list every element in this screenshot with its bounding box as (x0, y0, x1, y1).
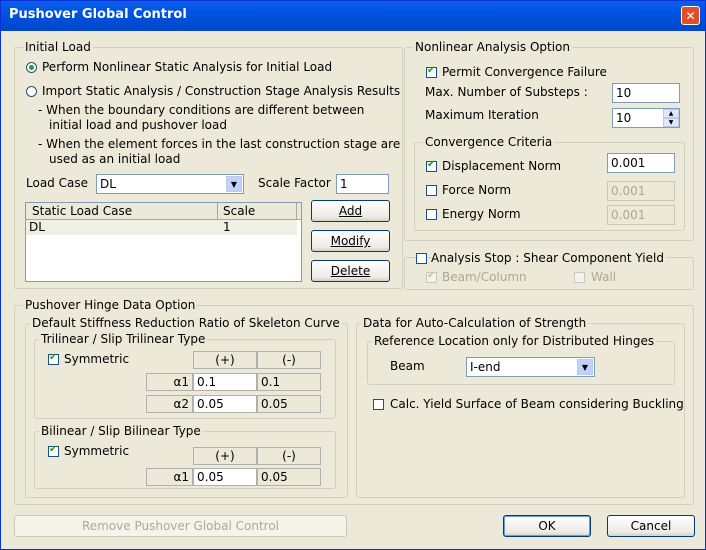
title-bar[interactable]: Pushover Global Control ✕ (1, 1, 705, 31)
scale-factor-input[interactable]: 1 (336, 174, 389, 194)
permit-convergence-label[interactable]: Permit Convergence Failure (442, 65, 607, 79)
tri-alpha1-minus-input[interactable]: 0.1 (257, 373, 321, 391)
force-norm-label[interactable]: Force Norm (442, 183, 511, 197)
bi-alpha1-minus-input[interactable]: 0.05 (257, 468, 321, 486)
remove-pushover-button: Remove Pushover Global Control (14, 515, 347, 537)
scale-factor-label: Scale Factor (258, 176, 331, 190)
tri-minus-header: (-) (257, 351, 321, 369)
displacement-norm-label[interactable]: Displacement Norm (442, 159, 561, 173)
cancel-button[interactable]: Cancel (607, 515, 695, 537)
beam-label: Beam (390, 359, 425, 373)
import-static-radio[interactable] (26, 86, 37, 97)
header-divider (217, 203, 218, 219)
force-norm-checkbox[interactable] (426, 185, 437, 196)
trilinear-legend: Trilinear / Slip Trilinear Type (39, 332, 208, 346)
convergence-legend: Convergence Criteria (423, 135, 555, 149)
note-forces-line1: - When the element forces in the last co… (38, 137, 401, 151)
static-load-case-table[interactable]: Static Load Case Scale DL 1 (25, 202, 302, 282)
delete-button[interactable]: Delete (311, 260, 390, 282)
header-static-load-case[interactable]: Static Load Case (32, 204, 132, 218)
chevron-down-icon[interactable]: ▼ (226, 176, 242, 192)
table-row[interactable] (26, 220, 297, 235)
force-norm-input: 0.001 (607, 181, 675, 201)
beam-column-checkbox (426, 270, 437, 283)
displacement-norm-input[interactable]: 0.001 (607, 153, 675, 173)
analysis-stop-label[interactable]: Analysis Stop : Shear Component Yield (431, 251, 666, 265)
wall-checkbox (574, 272, 585, 283)
initial-load-legend: Initial Load (23, 40, 93, 54)
bi-plus-header: (+) (193, 447, 257, 465)
energy-norm-checkbox[interactable] (426, 209, 437, 220)
wall-label: Wall (591, 270, 617, 284)
trilinear-symmetric-label[interactable]: Symmetric (64, 352, 129, 366)
max-iteration-label: Maximum Iteration (425, 108, 539, 122)
header-scale[interactable]: Scale (223, 204, 255, 218)
analysis-stop-checkbox[interactable] (416, 253, 427, 264)
load-case-select[interactable]: DL ▼ (96, 174, 244, 194)
tri-plus-header: (+) (193, 351, 257, 369)
note-boundary-line2: initial load and pushover load (49, 118, 227, 132)
load-case-value: DL (100, 177, 116, 191)
bilinear-symmetric-label[interactable]: Symmetric (64, 444, 129, 458)
buckling-label[interactable]: Calc. Yield Surface of Beam considering … (390, 397, 684, 411)
bi-minus-header: (-) (257, 447, 321, 465)
window-title: Pushover Global Control (9, 7, 187, 22)
add-button[interactable]: Add (311, 200, 390, 222)
row-scale: 1 (223, 220, 231, 234)
modify-button[interactable]: Modify (311, 230, 390, 252)
trilinear-symmetric-checkbox[interactable] (48, 352, 59, 365)
chevron-down-icon[interactable]: ▼ (577, 359, 593, 375)
tri-alpha1-label: α1 (146, 373, 193, 391)
bi-alpha1-plus-input[interactable]: 0.05 (193, 468, 257, 486)
beam-location-value: I-end (470, 360, 501, 374)
nonlinear-legend: Nonlinear Analysis Option (413, 40, 572, 54)
pushover-global-control-dialog: Pushover Global Control ✕ Initial Load P… (0, 0, 706, 550)
displacement-norm-checkbox[interactable] (426, 159, 437, 172)
load-case-label: Load Case (26, 176, 88, 190)
tri-alpha2-label: α2 (146, 395, 193, 413)
bi-alpha1-label: α1 (146, 468, 193, 486)
note-forces-line2: used as an initial load (49, 152, 181, 166)
ok-button[interactable]: OK (503, 515, 591, 537)
spin-up-icon[interactable]: ▲ (663, 109, 679, 118)
row-case: DL (29, 220, 45, 234)
max-substeps-input[interactable]: 10 (612, 83, 680, 103)
note-boundary-line1: - When the boundary conditions are diffe… (38, 103, 365, 117)
max-substeps-label: Max. Number of Substeps : (425, 85, 588, 99)
energy-norm-label[interactable]: Energy Norm (442, 207, 521, 221)
spin-down-icon[interactable]: ▼ (663, 118, 679, 127)
iteration-spinner[interactable]: ▲ ▼ (663, 109, 679, 127)
beam-location-select[interactable]: I-end ▼ (466, 357, 595, 377)
bilinear-legend: Bilinear / Slip Bilinear Type (39, 424, 203, 438)
auto-calculation-legend: Data for Auto-Calculation of Strength (361, 316, 589, 330)
perform-nonlinear-label[interactable]: Perform Nonlinear Static Analysis for In… (42, 60, 332, 74)
tri-alpha1-plus-input[interactable]: 0.1 (193, 373, 257, 391)
tri-alpha2-plus-input[interactable]: 0.05 (193, 395, 257, 413)
energy-norm-input: 0.001 (607, 205, 675, 225)
close-button[interactable]: ✕ (681, 6, 700, 25)
import-static-label[interactable]: Import Static Analysis / Construction St… (42, 84, 400, 98)
permit-convergence-checkbox[interactable] (426, 65, 437, 78)
pushover-hinge-legend: Pushover Hinge Data Option (23, 298, 198, 312)
tri-alpha2-minus-input[interactable]: 0.05 (257, 395, 321, 413)
buckling-checkbox[interactable] (373, 399, 384, 410)
beam-column-label: Beam/Column (442, 270, 527, 284)
perform-nonlinear-radio[interactable] (26, 62, 37, 73)
bilinear-symmetric-checkbox[interactable] (48, 444, 59, 457)
stiffness-legend: Default Stiffness Reduction Ratio of Ske… (30, 316, 342, 330)
reference-location-legend: Reference Location only for Distributed … (372, 334, 657, 348)
header-divider (296, 203, 297, 219)
